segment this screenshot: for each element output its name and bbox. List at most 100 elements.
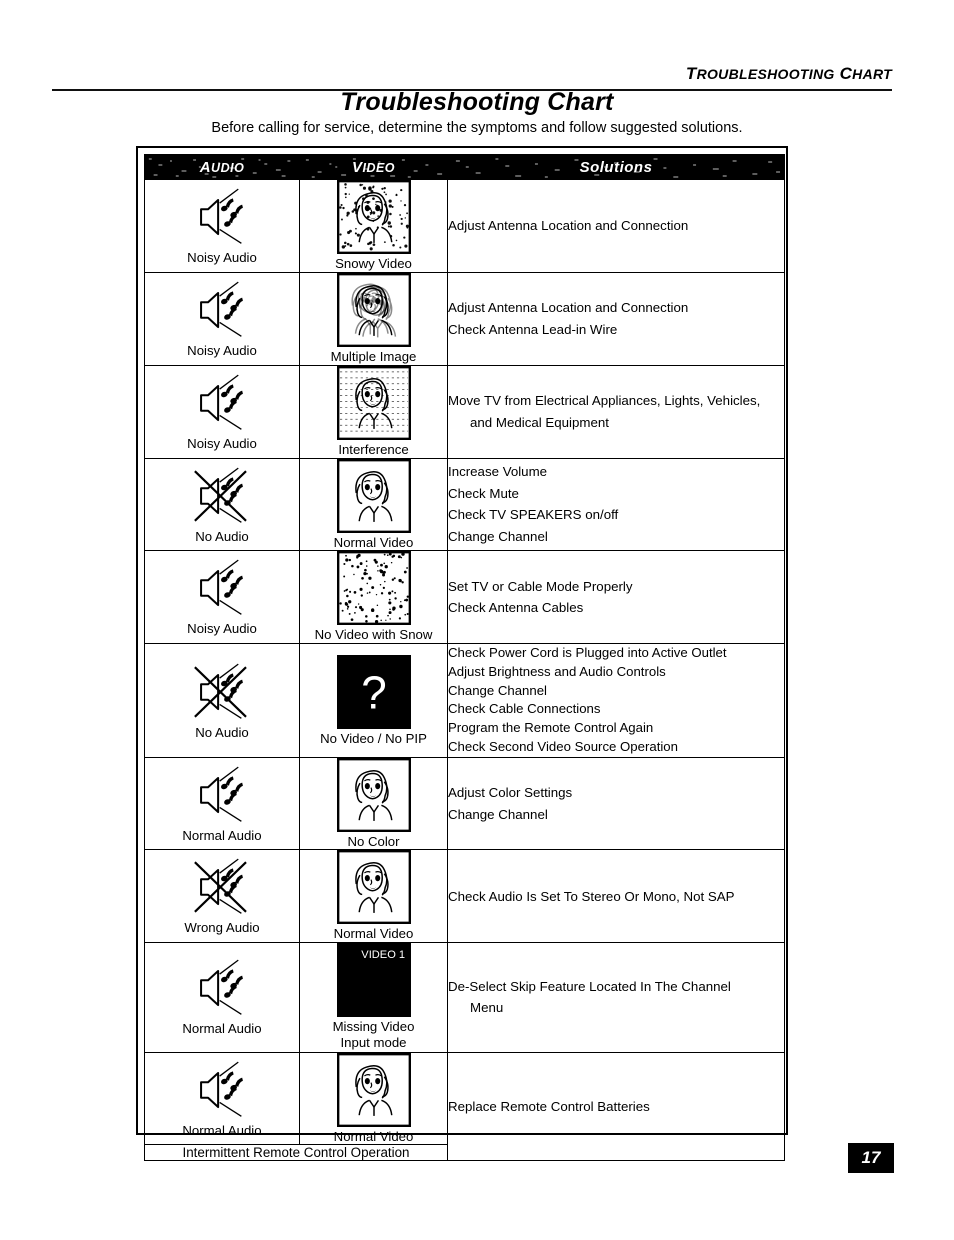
video-cell: Normal Video — [299, 457, 448, 552]
solutions-cell: Increase Volume Check Mute Check TV SPEAKE… — [447, 457, 785, 552]
solution-line: Adjust Antenna Location and Connection — [448, 218, 689, 234]
troubleshooting-chart-frame: AUDIO VIDEO Solutions Noisy Audio Snowy … — [136, 146, 788, 1162]
solution-line: Change Channel — [448, 806, 548, 822]
solution-line: Check Audio Is Set To Stereo Or Mono, No… — [448, 888, 735, 904]
video-cell: Multiple Image — [299, 271, 448, 366]
audio-label: Wrong Audio — [184, 920, 260, 936]
page-number-label: 17 — [861, 1148, 881, 1167]
video-cell: Normal Video — [299, 849, 448, 944]
table-row: Normal Audio Normal Video Replace Remote C… — [144, 1051, 785, 1162]
solutions-cell: Adjust Color Settings Change Channel — [447, 756, 785, 851]
solution-line: Program the Remote Control Again — [448, 720, 654, 736]
video-label: Normal Video — [333, 1128, 414, 1144]
audio-cell: Normal Audio — [144, 942, 300, 1053]
solutions-cell: Set TV or Cable Mode Properly Check Anten… — [447, 550, 785, 645]
solution-line: Menu — [470, 1000, 504, 1016]
speaker-muted-icon — [194, 859, 247, 915]
tv-normal-face-icon — [336, 850, 411, 925]
table-row: Noisy Audio Interference Move TV from Elec… — [144, 364, 785, 459]
column-header-audio: AUDIO — [144, 154, 300, 180]
table-row: Normal Audio VIDEO 1 Missing Video Input mo… — [144, 942, 785, 1053]
solutions-cell: Adjust Antenna Location and Connection Ch… — [447, 271, 785, 366]
table-row: Normal Audio No Color Adjust Color Setting… — [144, 756, 785, 851]
video-label: Interference — [338, 441, 409, 457]
audio-cell: No Audio — [144, 457, 300, 552]
speaker-noisy-icon — [200, 188, 243, 244]
table-row: Noisy Audio Snowy Video Adjust Antenna Loc… — [144, 179, 785, 273]
solutions-cell: Check Power Cord is Plugged into Active … — [447, 643, 785, 758]
audio-cell: Noisy Audio — [144, 271, 300, 366]
solutions-cell: De-Select Skip Feature Located In The Ch… — [447, 942, 785, 1053]
table-row: Wrong Audio Normal Video Check Audio Is Se… — [144, 849, 785, 944]
audio-cell: Noisy Audio — [144, 550, 300, 645]
audio-cell: No Audio — [144, 643, 300, 758]
table-row: No Audio Normal Video Increase Volume Check… — [144, 457, 785, 552]
video-cell: Snowy Video — [299, 179, 448, 273]
video-label: No Video with Snow — [314, 627, 433, 643]
tv-no-color-face-icon — [336, 757, 411, 832]
video-cell: ? No Video / No PIP — [299, 643, 448, 758]
solutions-cell: Check Audio Is Set To Stereo Or Mono, No… — [447, 849, 785, 944]
video-label: Multiple Image — [330, 348, 417, 364]
speaker-muted-icon — [194, 467, 247, 523]
solution-line: Move TV from Electrical Appliances, Ligh… — [448, 393, 761, 409]
solution-line: Check Antenna Cables — [448, 600, 584, 616]
speaker-noisy-icon — [200, 960, 243, 1016]
tv-multiple-image-icon — [336, 272, 411, 347]
solution-line: Change Channel — [448, 682, 547, 698]
table-header-row: AUDIO VIDEO Solutions — [144, 154, 785, 180]
column-header-video: VIDEO — [299, 154, 448, 180]
audio-label: Normal Audio — [182, 827, 262, 843]
solutions-cell: Adjust Antenna Location and Connection — [447, 179, 785, 273]
svg-text:VIDEO 1: VIDEO 1 — [361, 949, 405, 961]
audio-label: No Audio — [195, 724, 249, 740]
video-label: Normal Video — [333, 534, 414, 550]
audio-cell: Wrong Audio — [144, 849, 300, 944]
solutions-cell: Move TV from Electrical Appliances, Ligh… — [447, 364, 785, 459]
column-header-solutions-label: Solutions — [579, 158, 653, 176]
video-cell: Normal Video — [299, 1051, 448, 1146]
video-cell: Interference — [299, 364, 448, 459]
solution-line: Check Antenna Lead-in Wire — [448, 321, 618, 337]
tv-question-mark-icon: ? — [336, 654, 411, 729]
page-number-badge: 17 — [848, 1143, 894, 1173]
audio-label: Normal Audio — [182, 1021, 262, 1037]
table-row: Noisy Audio No Video with Snow Set TV or C… — [144, 550, 785, 645]
troubleshooting-table: AUDIO VIDEO Solutions Noisy Audio Snowy … — [144, 154, 785, 1162]
solution-line: De-Select Skip Feature Located In The Ch… — [448, 978, 731, 994]
svg-text:?: ? — [361, 666, 387, 718]
tv-normal-face-icon — [336, 458, 411, 533]
audio-label: Noisy Audio — [187, 435, 257, 451]
video-cell: No Video with Snow — [299, 550, 448, 645]
speaker-noisy-icon — [200, 281, 243, 337]
solution-line: Check Cable Connections — [448, 701, 601, 717]
table-row: Noisy Audio Multiple Image Adjust Antenna … — [144, 271, 785, 366]
audio-label: Normal Audio — [182, 1122, 262, 1138]
audio-cell: Normal Audio — [144, 756, 300, 851]
solution-line: Adjust Color Settings — [448, 785, 573, 801]
page-subtitle: Before calling for service, determine th… — [211, 120, 743, 136]
speaker-noisy-icon — [200, 766, 243, 822]
video-label: No Video / No PIP — [320, 730, 427, 746]
solution-line: Check TV SPEAKERS on/off — [448, 507, 619, 523]
audio-cell: Noisy Audio — [144, 364, 300, 459]
video-cell: VIDEO 1 Missing Video Input mode — [299, 942, 448, 1053]
audio-cell: Noisy Audio — [144, 179, 300, 273]
tv-snow-only-icon — [336, 551, 411, 626]
audio-cell: Normal Audio — [144, 1051, 300, 1146]
column-header-video-label: VIDEO — [351, 158, 396, 176]
table-body: Noisy Audio Snowy Video Adjust Antenna Loc… — [144, 179, 785, 1162]
table-header: AUDIO VIDEO Solutions — [144, 154, 785, 180]
speaker-muted-icon — [194, 663, 247, 719]
intermittent-remote-note: Intermittent Remote Control Operation — [144, 1144, 448, 1162]
speaker-noisy-icon — [200, 559, 243, 616]
running-head-label: TROUBLESHOOTING CHART — [685, 64, 892, 83]
solution-line: Check Second Video Source Operation — [448, 738, 678, 754]
tv-normal-face-icon — [336, 1052, 411, 1127]
video-label: Snowy Video — [335, 256, 412, 271]
audio-label: Noisy Audio — [187, 342, 257, 358]
solution-line: Replace Remote Control Batteries — [448, 1098, 650, 1114]
solution-line: Change Channel — [448, 528, 548, 544]
audio-label: Noisy Audio — [187, 621, 257, 637]
video-label: Normal Video — [333, 926, 414, 942]
